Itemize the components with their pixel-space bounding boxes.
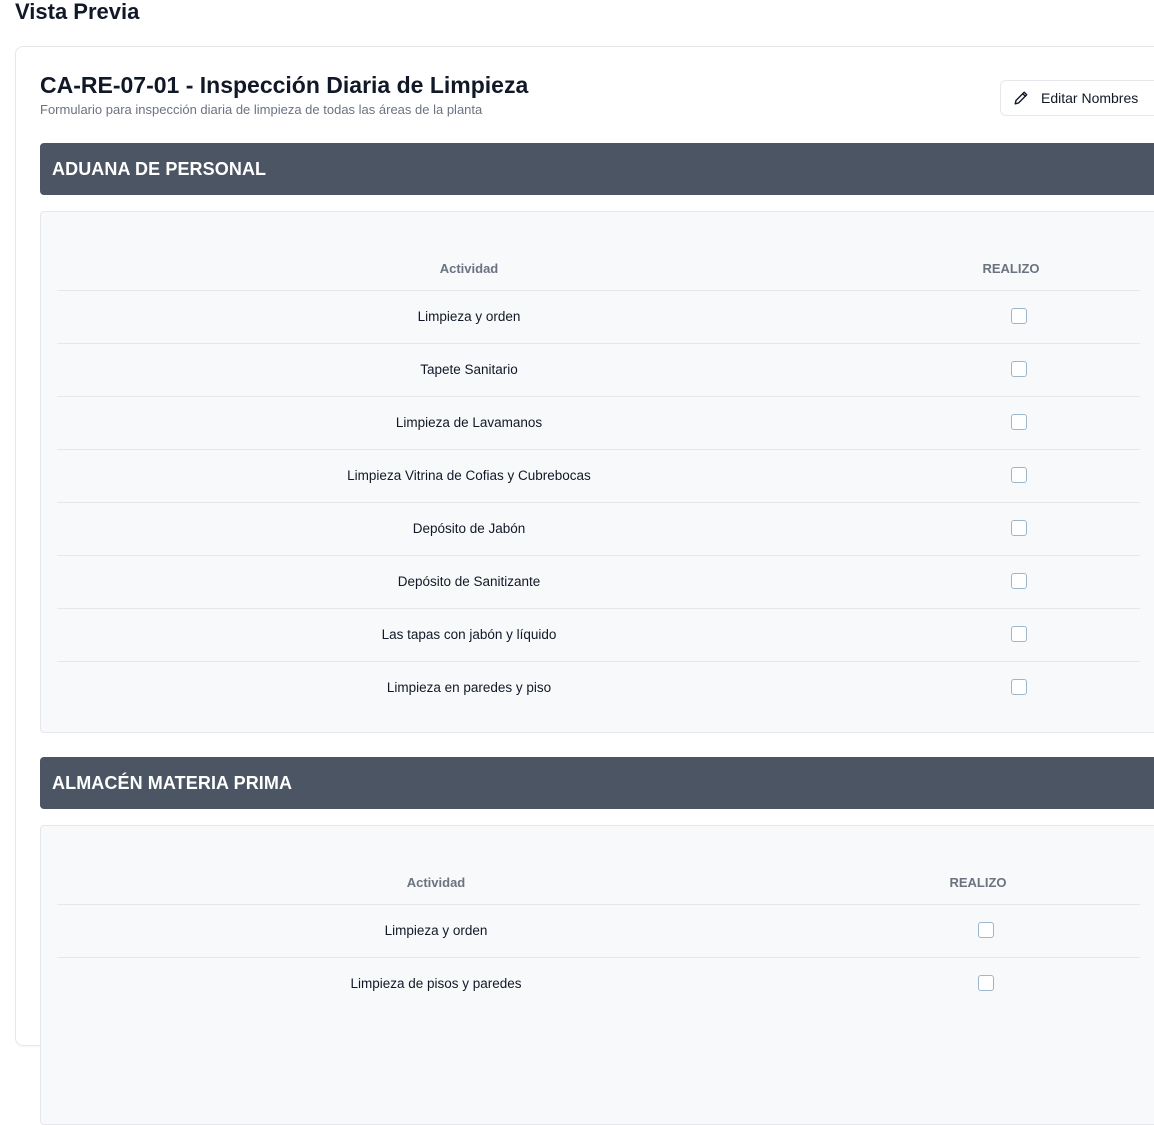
table-row: Limpieza en paredes y piso <box>57 662 1140 715</box>
section-body-aduana-de-personal: Actividad REALIZO Limpieza y orden Tapete… <box>40 211 1154 733</box>
column-header-done: REALIZO <box>949 875 1007 890</box>
table-row: Las tapas con jabón y líquido <box>57 609 1140 662</box>
realizo-checkbox[interactable] <box>1011 626 1027 642</box>
form-title: CA-RE-07-01 - Inspección Diaria de Limpi… <box>40 72 529 98</box>
table-row: Tapete Sanitario <box>57 344 1140 397</box>
pencil-icon <box>1013 90 1029 106</box>
realizo-checkbox[interactable] <box>1011 573 1027 589</box>
table-row: Depósito de Jabón <box>57 503 1140 556</box>
page-title: Vista Previa <box>15 0 140 24</box>
column-header-activity: Actividad <box>439 261 499 276</box>
realizo-checkbox[interactable] <box>1011 414 1027 430</box>
section-header-aduana-de-personal: ADUANA DE PERSONAL <box>40 143 1154 195</box>
activity-table: Actividad REALIZO Limpieza y orden Tapete… <box>57 248 1140 698</box>
table-row: Limpieza y orden <box>57 291 1140 344</box>
activity-label: Depósito de Sanitizante <box>397 574 541 589</box>
table-row: Limpieza de pisos y paredes <box>57 958 1140 1011</box>
table-header: Actividad REALIZO <box>57 248 1140 291</box>
table-row: Limpieza y orden <box>57 905 1140 958</box>
activity-label: Limpieza Vitrina de Cofias y Cubrebocas <box>347 468 591 483</box>
edit-names-label: Editar Nombres <box>1041 90 1139 106</box>
realizo-checkbox[interactable] <box>1011 679 1027 695</box>
table-row: Limpieza Vitrina de Cofias y Cubrebocas <box>57 450 1140 503</box>
form-card: CA-RE-07-01 - Inspección Diaria de Limpi… <box>15 46 1154 1125</box>
table-row: Depósito de Sanitizante <box>57 556 1140 609</box>
table-header: Actividad REALIZO <box>57 862 1140 905</box>
activity-label: Limpieza en paredes y piso <box>386 680 552 695</box>
activity-label: Las tapas con jabón y líquido <box>381 627 557 642</box>
form-subtitle: Formulario para inspección diaria de lim… <box>40 102 483 117</box>
section-body-almacen-materia-prima: Actividad REALIZO Limpieza y orden Limpie… <box>40 825 1154 1125</box>
realizo-checkbox[interactable] <box>1011 361 1027 377</box>
activity-table: Actividad REALIZO Limpieza y orden Limpie… <box>57 862 1140 1112</box>
activity-label: Tapete Sanitario <box>420 362 518 377</box>
activity-label: Limpieza de pisos y paredes <box>350 976 522 991</box>
realizo-checkbox[interactable] <box>1011 467 1027 483</box>
activity-label: Limpieza y orden <box>384 923 488 938</box>
realizo-checkbox[interactable] <box>978 922 994 938</box>
column-header-activity: Actividad <box>406 875 466 890</box>
activity-label: Limpieza y orden <box>417 309 521 324</box>
table-row: Limpieza de Lavamanos <box>57 397 1140 450</box>
edit-names-button[interactable]: Editar Nombres <box>1000 80 1154 116</box>
activity-label: Limpieza de Lavamanos <box>395 415 543 430</box>
realizo-checkbox[interactable] <box>1011 308 1027 324</box>
realizo-checkbox[interactable] <box>1011 520 1027 536</box>
column-header-done: REALIZO <box>982 261 1040 276</box>
section-header-almacen-materia-prima: ALMACÉN MATERIA PRIMA <box>40 757 1154 809</box>
activity-label: Depósito de Jabón <box>412 521 526 536</box>
